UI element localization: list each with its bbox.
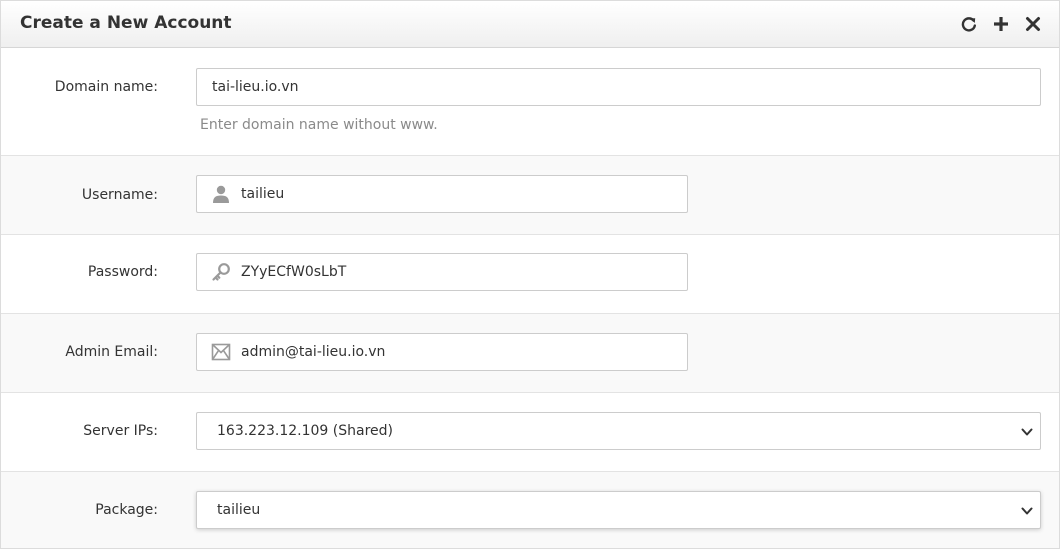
password-field[interactable]: [196, 253, 688, 291]
package-select[interactable]: tailieu: [196, 491, 1041, 529]
password-row: Password:: [1, 235, 1059, 314]
package-selected-value: tailieu: [217, 502, 261, 518]
plus-icon: [994, 17, 1008, 31]
chevron-down-icon: [1021, 507, 1033, 515]
username-row: Username:: [1, 156, 1059, 235]
key-icon: [210, 261, 232, 283]
header-tools: [959, 14, 1043, 34]
server-ips-label: Server IPs:: [83, 423, 158, 439]
envelope-icon: [210, 341, 232, 363]
server-ips-select[interactable]: 163.223.12.109 (Shared): [196, 412, 1041, 450]
panel-header: Create a New Account: [1, 1, 1059, 48]
email-input[interactable]: [241, 344, 687, 360]
username-input[interactable]: [241, 186, 687, 202]
domain-row: Domain name: Enter domain name without w…: [1, 48, 1059, 156]
user-icon: [210, 183, 232, 205]
server-ips-row: Server IPs: 163.223.12.109 (Shared): [1, 393, 1059, 472]
create-account-panel: Create a New Account Domain name: tai-li…: [0, 0, 1060, 549]
refresh-button[interactable]: [959, 14, 979, 34]
chevron-down-icon: [1021, 428, 1033, 436]
password-label: Password:: [87, 264, 158, 280]
refresh-icon: [961, 17, 976, 32]
domain-help-text: Enter domain name without www.: [200, 117, 438, 133]
domain-field[interactable]: [196, 68, 1041, 106]
password-input[interactable]: [241, 264, 687, 280]
panel-title: Create a New Account: [20, 13, 232, 33]
close-button[interactable]: [1023, 14, 1043, 34]
domain-label: Domain name:: [54, 79, 158, 95]
username-field[interactable]: [196, 175, 688, 213]
close-icon: [1026, 17, 1040, 31]
email-field[interactable]: [196, 333, 688, 371]
add-button[interactable]: [991, 14, 1011, 34]
package-label: Package:: [95, 502, 158, 518]
server-ips-selected-value: 163.223.12.109 (Shared): [217, 423, 393, 439]
username-label: Username:: [81, 187, 158, 203]
package-row: Package: tailieu: [1, 472, 1059, 548]
email-row: Admin Email:: [1, 314, 1059, 393]
email-label: Admin Email:: [65, 344, 158, 360]
domain-input[interactable]: [197, 79, 1040, 95]
